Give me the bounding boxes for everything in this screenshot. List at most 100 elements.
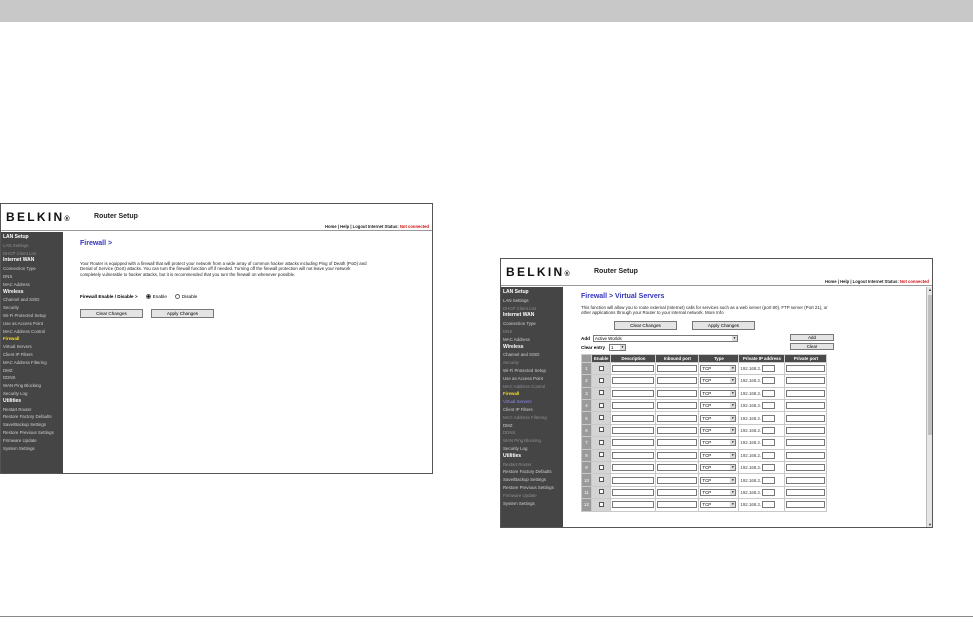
ip-last-octet-input[interactable] — [762, 464, 776, 472]
sidebar-item[interactable]: DMZ — [3, 367, 63, 375]
sidebar-item[interactable]: Restore Factory Defaults — [503, 468, 563, 476]
scrollbar-thumb[interactable] — [928, 295, 932, 435]
sidebar-item[interactable]: Channel and SSID — [3, 296, 63, 304]
type-select[interactable]: TCP ▼ — [700, 464, 737, 472]
private-port-input[interactable] — [786, 451, 826, 459]
sidebar-item[interactable]: Firmware Update — [503, 492, 563, 500]
sidebar-item[interactable]: Restore Previous Settings — [503, 484, 563, 492]
sidebar-item[interactable]: MAC Address Control — [3, 328, 63, 336]
sidebar-item[interactable]: Channel and SSID — [503, 351, 563, 359]
enable-checkbox[interactable] — [598, 439, 604, 445]
private-port-input[interactable] — [786, 389, 826, 397]
disable-radio[interactable]: Disable — [174, 294, 197, 300]
sidebar-item[interactable]: Save/Backup Settings — [3, 421, 63, 429]
clear-changes-button[interactable]: Clear Changes — [614, 320, 677, 330]
sidebar-item[interactable]: Firewall — [503, 390, 563, 398]
ip-last-octet-input[interactable] — [762, 414, 776, 422]
clear-changes-button[interactable]: Clear Changes — [80, 309, 143, 319]
service-select[interactable]: Active Worlds ▼ — [593, 334, 738, 342]
inbound-port-input[interactable] — [657, 464, 698, 472]
sidebar-item[interactable]: LAN Settings — [503, 297, 563, 305]
inbound-port-input[interactable] — [657, 426, 698, 434]
inbound-port-input[interactable] — [657, 414, 698, 422]
sidebar-item[interactable]: Save/Backup Settings — [503, 476, 563, 484]
enable-checkbox[interactable] — [598, 501, 604, 507]
sidebar-item[interactable]: MAC Address — [3, 281, 63, 289]
ip-last-octet-input[interactable] — [762, 488, 776, 496]
type-select[interactable]: TCP ▼ — [700, 501, 737, 509]
sidebar-item[interactable]: Security Log — [3, 390, 63, 398]
top-links[interactable]: Home | Help | Logout Internet Status: No… — [825, 279, 929, 284]
ip-last-octet-input[interactable] — [762, 426, 776, 434]
type-select[interactable]: TCP ▼ — [700, 451, 737, 459]
private-port-input[interactable] — [786, 488, 826, 496]
inbound-port-input[interactable] — [657, 476, 698, 484]
type-select[interactable]: TCP ▼ — [700, 389, 737, 397]
description-input[interactable] — [612, 365, 655, 372]
inbound-port-input[interactable] — [657, 488, 698, 496]
apply-changes-button[interactable]: Apply Changes — [151, 309, 214, 319]
inbound-port-input[interactable] — [657, 389, 698, 397]
inbound-port-input[interactable] — [657, 501, 698, 509]
ip-last-octet-input[interactable] — [762, 389, 776, 397]
inbound-port-input[interactable] — [657, 402, 698, 410]
ip-last-octet-input[interactable] — [762, 402, 776, 410]
ip-last-octet-input[interactable] — [762, 501, 776, 509]
sidebar-item[interactable]: Restore Factory Defaults — [3, 413, 63, 421]
sidebar-item[interactable]: DDNS — [3, 374, 63, 382]
sidebar-item[interactable]: MAC Address Filtering — [3, 359, 63, 367]
enable-checkbox[interactable] — [598, 464, 604, 470]
private-port-input[interactable] — [786, 414, 826, 422]
enable-checkbox[interactable] — [598, 489, 604, 495]
description-input[interactable] — [612, 377, 655, 385]
enable-checkbox[interactable] — [598, 415, 604, 421]
sidebar-item[interactable]: MAC Address Control — [503, 383, 563, 391]
enable-checkbox[interactable] — [598, 452, 604, 458]
sidebar-item[interactable]: MAC Address — [503, 336, 563, 344]
sidebar-item[interactable]: System Settings — [503, 500, 563, 508]
sidebar-item[interactable]: DHCP Client List — [3, 250, 63, 258]
type-select[interactable]: TCP ▼ — [700, 476, 737, 484]
sidebar-item[interactable]: DNS — [503, 328, 563, 336]
add-button[interactable]: Add — [790, 333, 834, 341]
private-port-input[interactable] — [786, 365, 826, 372]
description-input[interactable] — [612, 451, 655, 459]
type-select[interactable]: TCP ▼ — [700, 488, 737, 496]
sidebar-item[interactable]: Connection Type — [3, 265, 63, 273]
type-select[interactable]: TCP ▼ — [700, 414, 737, 422]
type-select[interactable]: TCP ▼ — [700, 377, 737, 385]
inbound-port-input[interactable] — [657, 365, 698, 372]
private-port-input[interactable] — [786, 426, 826, 434]
sidebar-item[interactable]: DNS — [3, 273, 63, 281]
sidebar-item[interactable]: Virtual Servers — [503, 398, 563, 406]
ip-last-octet-input[interactable] — [762, 377, 776, 385]
apply-changes-button[interactable]: Apply Changes — [692, 320, 755, 330]
radio-icon[interactable] — [174, 294, 180, 300]
scroll-down-arrow-icon[interactable]: ▼ — [927, 522, 932, 527]
inbound-port-input[interactable] — [657, 439, 698, 447]
enable-radio[interactable]: Enable — [145, 294, 167, 300]
sidebar-item[interactable]: DHCP Client List — [503, 305, 563, 313]
sidebar-item[interactable]: Firmware Update — [3, 437, 63, 445]
description-input[interactable] — [612, 464, 655, 472]
sidebar-item[interactable]: Connection Type — [503, 320, 563, 328]
sidebar-item[interactable]: Client IP Filters — [503, 406, 563, 414]
sidebar-item[interactable]: LAN Settings — [3, 242, 63, 250]
sidebar-item[interactable]: WAN Ping Blocking — [503, 437, 563, 445]
private-port-input[interactable] — [786, 402, 826, 410]
private-port-input[interactable] — [786, 439, 826, 447]
description-input[interactable] — [612, 476, 655, 484]
clear-button[interactable]: Clear — [790, 342, 834, 350]
sidebar-item[interactable]: System Settings — [3, 445, 63, 453]
sidebar-item[interactable]: DMZ — [503, 422, 563, 430]
description-input[interactable] — [612, 414, 655, 422]
private-port-input[interactable] — [786, 464, 826, 472]
enable-checkbox[interactable] — [598, 377, 604, 383]
enable-checkbox[interactable] — [598, 477, 604, 483]
scroll-up-arrow-icon[interactable]: ▲ — [927, 287, 932, 292]
sidebar-item[interactable]: Restart Router — [503, 461, 563, 469]
description-input[interactable] — [612, 389, 655, 397]
sidebar-item[interactable]: Firewall — [3, 335, 63, 343]
sidebar-item[interactable]: Client IP Filters — [3, 351, 63, 359]
inbound-port-input[interactable] — [657, 451, 698, 459]
